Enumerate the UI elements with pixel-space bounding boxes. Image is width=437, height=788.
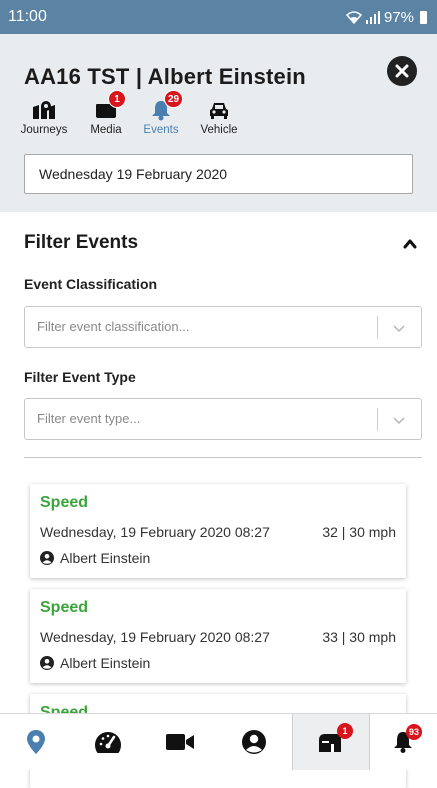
media-badge: 1 <box>108 90 126 108</box>
event-driver: Albert Einstein <box>40 655 150 671</box>
driver-name: Albert Einstein <box>60 550 151 566</box>
vehicle-header: AA16 TST | Albert Einstein Journeys 1 Me… <box>0 34 437 212</box>
close-icon <box>395 64 409 78</box>
tab-label: Vehicle <box>200 124 238 136</box>
event-card[interactable]: Speed Wednesday, 19 February 2020 08:27 … <box>30 484 406 578</box>
mailbox-badge: 1 <box>337 723 353 739</box>
tab-journeys[interactable]: Journeys <box>20 96 68 136</box>
event-speed: 33 | 30 mph <box>322 629 396 645</box>
battery-icon <box>420 10 427 24</box>
event-type: Speed <box>40 494 89 511</box>
wifi-icon <box>345 10 362 24</box>
date-selector[interactable]: Wednesday 19 February 2020 <box>24 154 413 194</box>
car-icon <box>210 103 228 119</box>
event-datetime: Wednesday, 19 February 2020 08:27 <box>40 524 270 540</box>
events-badge: 29 <box>164 90 184 108</box>
user-circle-icon <box>40 656 54 670</box>
event-speed: 32 | 30 mph <box>322 524 396 540</box>
event-card[interactable]: Speed Wednesday, 19 February 2020 08:27 … <box>30 589 406 683</box>
chevron-down-icon[interactable] <box>391 320 407 336</box>
event-type-select[interactable]: Filter event type... <box>24 398 422 440</box>
battery-percent: 97% <box>383 8 414 26</box>
tab-label: Media <box>90 124 122 136</box>
status-bar: 11:00 97% <box>0 0 437 34</box>
location-pin-icon <box>27 730 45 754</box>
map-marker-icon <box>33 101 55 119</box>
signal-icon <box>365 10 380 24</box>
filter-title: Filter Events <box>24 232 139 253</box>
status-time: 11:00 <box>8 8 47 25</box>
chevron-down-icon[interactable] <box>391 412 407 428</box>
nav-video[interactable] <box>144 714 216 770</box>
classification-select[interactable]: Filter event classification... <box>24 306 422 348</box>
classification-placeholder: Filter event classification... <box>37 319 190 334</box>
tab-label: Journeys <box>20 124 68 136</box>
event-driver: Albert Einstein <box>40 550 150 566</box>
event-type-placeholder: Filter event type... <box>37 411 141 426</box>
speedometer-icon <box>95 732 121 753</box>
classification-label: Event Classification <box>24 276 158 292</box>
driver-name: Albert Einstein <box>60 655 151 671</box>
tab-vehicle[interactable]: Vehicle <box>195 96 243 136</box>
nav-location[interactable] <box>0 714 72 770</box>
divider <box>24 457 422 458</box>
user-circle-icon <box>242 730 266 754</box>
close-button[interactable] <box>387 56 417 86</box>
nav-notifications[interactable]: 93 <box>368 714 437 770</box>
select-separator <box>377 316 378 339</box>
event-datetime: Wednesday, 19 February 2020 08:27 <box>40 629 270 645</box>
tab-label: Events <box>143 124 179 136</box>
bottom-nav: 1 93 <box>0 713 437 770</box>
event-type: Speed <box>40 599 89 616</box>
status-indicators: 97% <box>345 8 427 26</box>
nav-mailbox[interactable]: 1 <box>292 714 370 770</box>
video-camera-icon <box>166 734 194 750</box>
nav-dashboard[interactable] <box>72 714 144 770</box>
nav-profile[interactable] <box>216 714 292 770</box>
tab-media[interactable]: 1 Media <box>86 90 126 136</box>
selected-date: Wednesday 19 February 2020 <box>39 166 228 182</box>
user-circle-icon <box>40 551 54 565</box>
chevron-up-icon[interactable] <box>402 236 418 252</box>
tab-events[interactable]: 29 Events <box>140 90 184 136</box>
vehicle-title: AA16 TST | Albert Einstein <box>24 64 306 89</box>
notifications-badge: 93 <box>406 724 422 740</box>
select-separator <box>377 408 378 431</box>
event-type-label: Filter Event Type <box>24 369 136 385</box>
